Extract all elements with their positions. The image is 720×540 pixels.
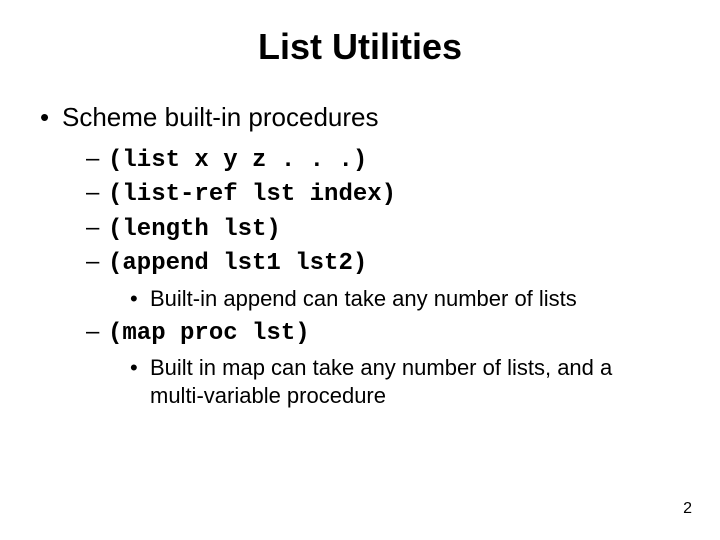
note-text: Built in map can take any number of list… bbox=[150, 354, 670, 409]
code-text: (map proc lst) bbox=[108, 320, 310, 347]
dash-icon: – bbox=[86, 246, 108, 278]
code-text: (list-ref lst index) bbox=[108, 181, 396, 208]
list-item: –(length lst) bbox=[86, 212, 690, 246]
list-item: –(list-ref lst index) bbox=[86, 177, 690, 211]
dash-icon: – bbox=[86, 316, 108, 348]
dash-icon: – bbox=[86, 212, 108, 244]
sub-note: •Built in map can take any number of lis… bbox=[130, 354, 690, 409]
heading-bullet: •Scheme built-in procedures bbox=[40, 102, 690, 133]
bullet-dot-icon: • bbox=[40, 102, 62, 133]
dash-icon: – bbox=[86, 177, 108, 209]
note-text: Built-in append can take any number of l… bbox=[150, 285, 577, 313]
sub-note: •Built-in append can take any number of … bbox=[130, 285, 690, 313]
dash-icon: – bbox=[86, 143, 108, 175]
bullet-dot-icon: • bbox=[130, 354, 150, 382]
list-item: –(list x y z . . .) bbox=[86, 143, 690, 177]
slide-title: List Utilities bbox=[30, 26, 690, 68]
slide: List Utilities •Scheme built-in procedur… bbox=[0, 0, 720, 540]
page-number: 2 bbox=[683, 500, 692, 518]
code-text: (list x y z . . .) bbox=[108, 147, 367, 174]
code-text: (append lst1 lst2) bbox=[108, 250, 367, 277]
list-item: –(append lst1 lst2) bbox=[86, 246, 690, 280]
code-text: (length lst) bbox=[108, 216, 281, 243]
heading-text: Scheme built-in procedures bbox=[62, 102, 379, 132]
list-item: –(map proc lst) bbox=[86, 316, 690, 350]
bullet-dot-icon: • bbox=[130, 285, 150, 313]
